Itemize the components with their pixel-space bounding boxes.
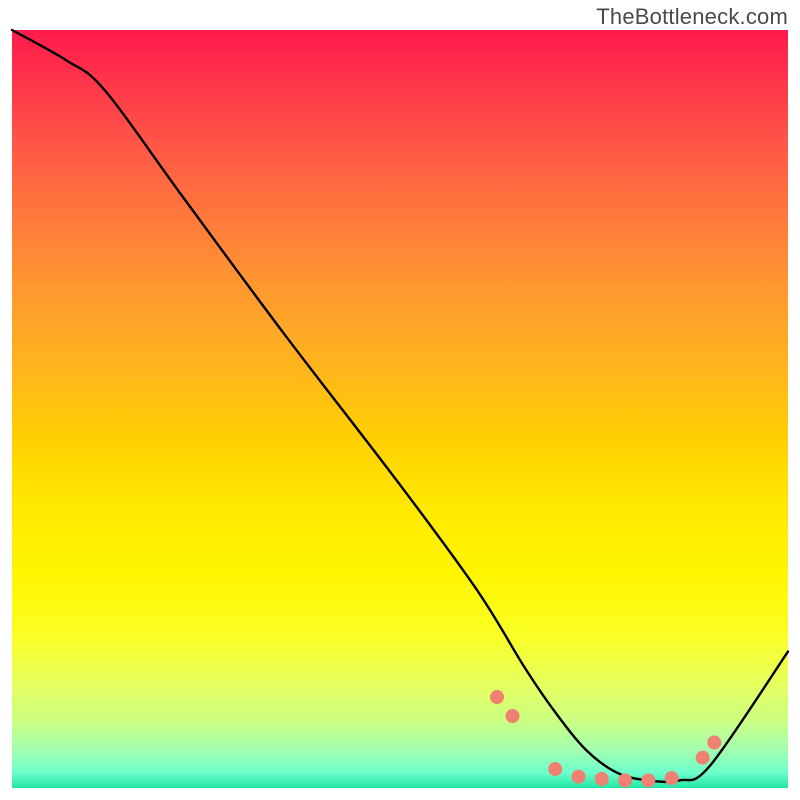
marker-dot	[506, 709, 520, 723]
marker-dot	[707, 736, 721, 750]
markers-group	[490, 690, 721, 787]
marker-dot	[641, 773, 655, 787]
marker-dot	[571, 770, 585, 784]
marker-dot	[618, 773, 632, 787]
plot-area	[12, 30, 788, 788]
watermark-label: TheBottleneck.com	[596, 4, 788, 30]
marker-dot	[548, 762, 562, 776]
marker-dot	[665, 771, 679, 785]
marker-dot	[696, 751, 710, 765]
marker-dot	[595, 772, 609, 786]
chart-canvas: TheBottleneck.com	[0, 0, 800, 800]
marker-dot	[490, 690, 504, 704]
bottleneck-curve	[12, 30, 788, 782]
curve-svg	[12, 30, 788, 788]
